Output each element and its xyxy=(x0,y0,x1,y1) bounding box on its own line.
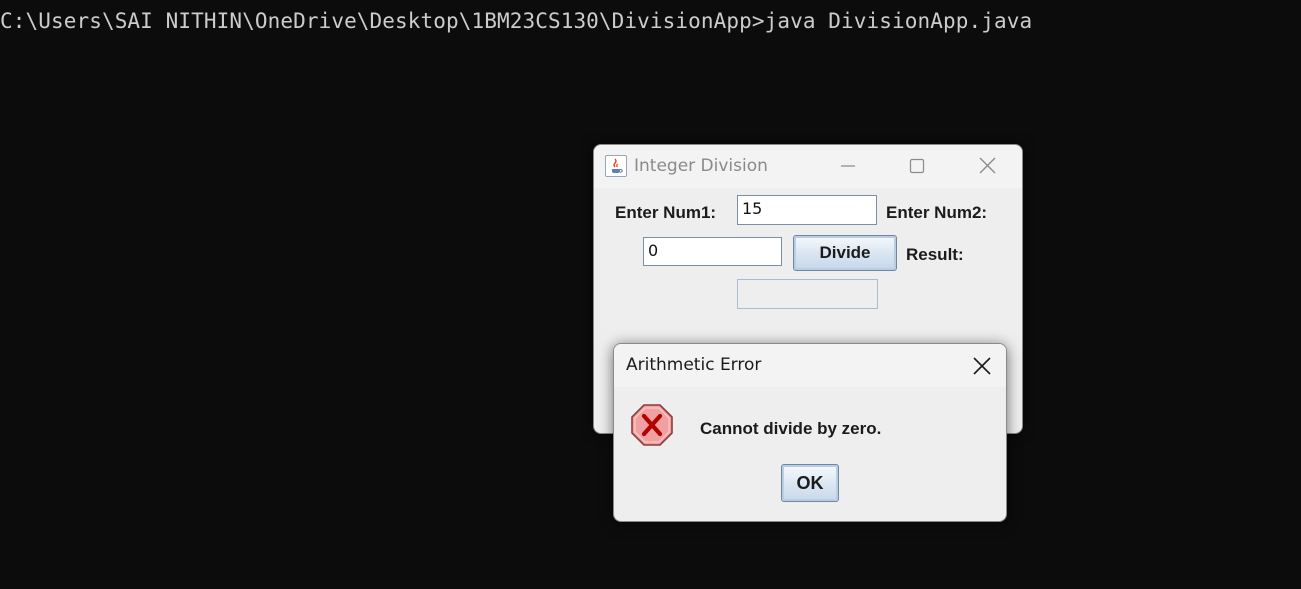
arithmetic-error-dialog: Arithmetic Error Cannot divide by zero. … xyxy=(613,343,1007,522)
result-label: Result: xyxy=(906,245,964,264)
error-message: Cannot divide by zero. xyxy=(700,419,882,438)
console-command-line: C:\Users\SAI NITHIN\OneDrive\Desktop\1BM… xyxy=(0,9,1033,33)
num1-label: Enter Num1: xyxy=(615,203,717,222)
close-icon[interactable] xyxy=(972,153,1002,179)
num1-input[interactable]: 15 xyxy=(737,195,877,225)
dialog-close-icon[interactable] xyxy=(970,354,994,378)
java-icon xyxy=(605,155,627,177)
num2-label: Enter Num2: xyxy=(886,203,988,222)
window-title: Integer Division xyxy=(634,156,768,176)
dialog-title: Arithmetic Error xyxy=(626,355,762,375)
minimize-icon[interactable] xyxy=(833,153,863,179)
error-icon xyxy=(630,403,674,447)
maximize-icon[interactable] xyxy=(902,153,932,179)
divide-button[interactable]: Divide xyxy=(793,235,897,271)
result-field xyxy=(737,279,878,309)
num2-input[interactable]: 0 xyxy=(643,237,782,266)
ok-button[interactable]: OK xyxy=(781,464,839,502)
window-titlebar[interactable]: Integer Division xyxy=(594,145,1022,188)
dialog-titlebar[interactable]: Arithmetic Error xyxy=(614,344,1006,387)
